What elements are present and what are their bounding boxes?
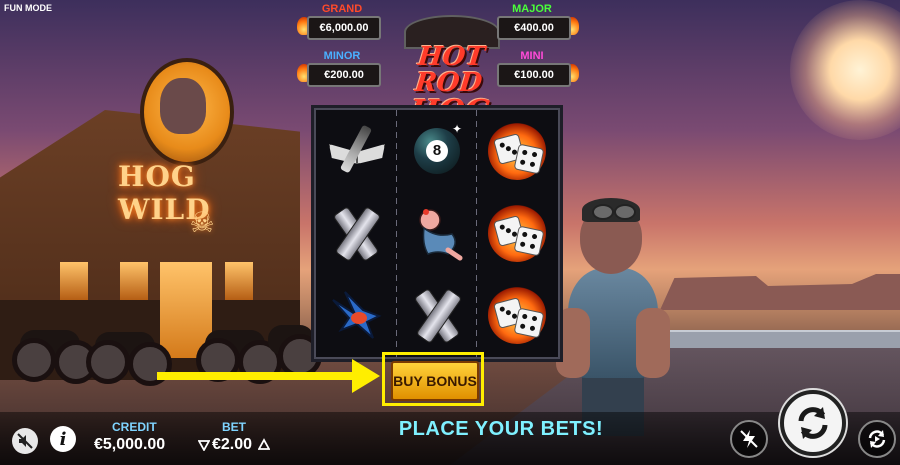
jackpot-major: MAJOR €400.00	[487, 3, 579, 40]
fun-mode-label: FUN MODE	[4, 3, 52, 13]
spin-icon	[798, 407, 828, 439]
mesa	[660, 274, 900, 310]
autoplay-button[interactable]	[858, 420, 896, 458]
reel-cell	[477, 192, 557, 274]
autoplay-icon	[868, 430, 886, 448]
jackpot-mini: MINI €100.00	[487, 50, 579, 87]
saloon-window	[225, 262, 253, 300]
arrow-right-icon	[352, 359, 380, 393]
jackpot-minor-label: MINOR	[323, 50, 361, 62]
mute-icon	[17, 433, 33, 449]
info-icon: i	[59, 428, 67, 450]
reel-cell	[477, 110, 557, 192]
highlight-arrow-shaft	[157, 372, 367, 380]
bet-label: BET	[222, 420, 246, 434]
reel-cell	[316, 274, 396, 356]
reel-cell	[316, 192, 396, 274]
winged-skull-icon: ☠	[189, 207, 215, 238]
buy-bonus-button[interactable]: BUY BONUS	[382, 352, 484, 406]
triangle-down-icon	[198, 440, 210, 451]
jackpot-minor: MINOR €200.00	[297, 50, 387, 87]
credit-value: €5,000.00	[94, 436, 166, 453]
pistons-icon	[327, 204, 385, 263]
eight-ball-number: 8	[426, 140, 448, 162]
reel-cell	[316, 110, 396, 192]
goggle-icon	[592, 204, 614, 220]
saloon-window	[60, 262, 88, 300]
bet-increase-button[interactable]	[258, 437, 270, 451]
goggle-icon	[614, 204, 636, 220]
reel-cell	[477, 274, 557, 356]
motorcycle-wheel	[86, 340, 130, 384]
flaming-dice-icon	[488, 122, 546, 180]
credit-label: CREDIT	[112, 420, 157, 434]
reel-cell	[397, 192, 477, 274]
flaming-dice-icon	[488, 286, 546, 344]
reel-grid: 8 ✦	[314, 108, 560, 359]
sparkle-icon: ✦	[451, 122, 462, 136]
motorcycle-wheel	[12, 338, 56, 382]
info-button[interactable]: i	[50, 426, 76, 452]
jackpot-mini-label: MINI	[520, 50, 544, 62]
swallow-icon	[327, 286, 385, 344]
reel-cell: 8 ✦	[397, 110, 477, 192]
pistons-icon	[408, 286, 466, 345]
jackpot-grand-value: €6,000.00	[307, 16, 381, 40]
jackpot-mini-value: €100.00	[497, 63, 571, 87]
sound-off-button[interactable]	[12, 428, 38, 454]
turbo-button[interactable]	[730, 420, 768, 458]
eight-ball-icon: 8 ✦	[408, 122, 466, 180]
jackpot-grand: GRAND €6,000.00	[297, 3, 387, 40]
sun	[790, 0, 900, 140]
triangle-up-icon	[258, 438, 270, 450]
bet-decrease-button[interactable]	[198, 438, 210, 452]
winged-spark-plug-icon	[327, 122, 385, 180]
status-message: PLACE YOUR BETS!	[398, 418, 604, 440]
hog-arm	[556, 308, 590, 378]
reel-cell	[397, 274, 477, 356]
jackpot-major-label: MAJOR	[512, 3, 552, 15]
bet-value: €2.00	[212, 436, 253, 453]
jackpot-major-value: €400.00	[497, 16, 571, 40]
jackpot-grand-label: GRAND	[321, 3, 363, 15]
saloon-window	[120, 262, 148, 300]
jackpot-minor-value: €200.00	[307, 63, 381, 87]
buy-bonus-label: BUY BONUS	[391, 361, 479, 401]
turbo-off-icon	[740, 430, 758, 448]
flaming-dice-icon	[488, 204, 546, 262]
biker-hog-character	[548, 198, 678, 440]
pig-mascot-icon	[160, 78, 206, 134]
pinup-pig-icon	[408, 204, 466, 262]
hog-arm	[636, 308, 670, 378]
spin-button[interactable]	[780, 390, 846, 456]
